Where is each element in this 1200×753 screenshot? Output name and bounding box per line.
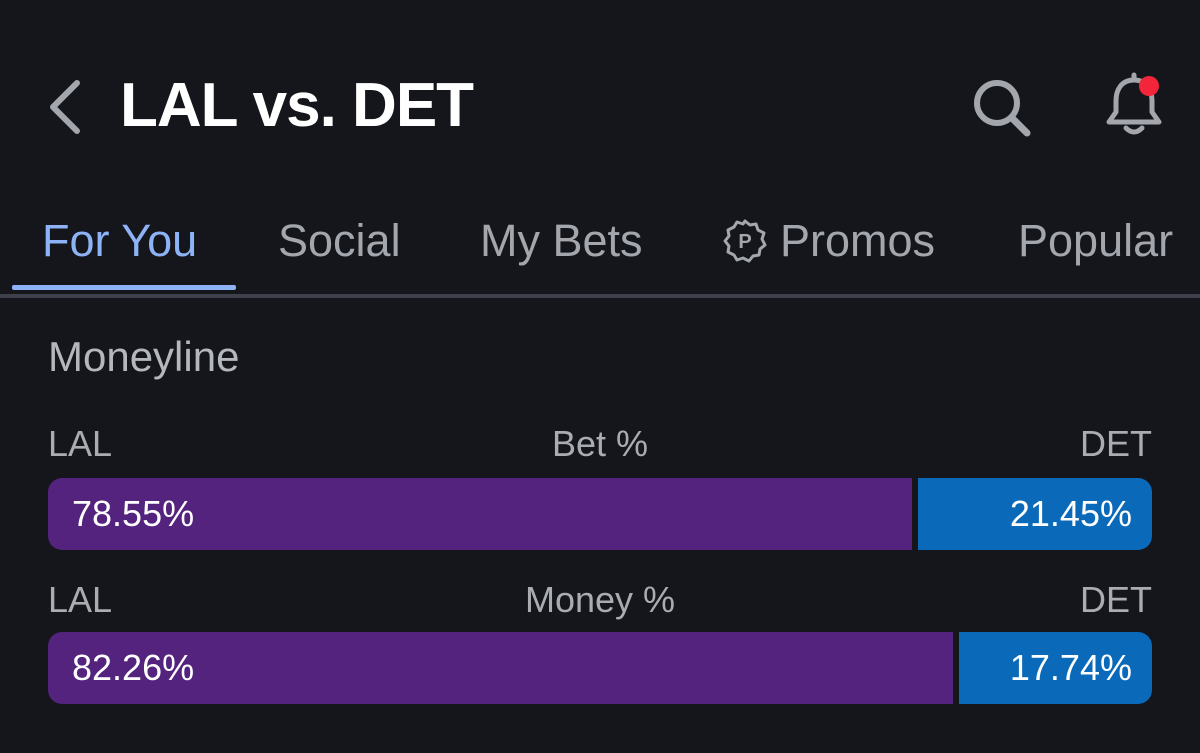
notification-badge bbox=[1139, 76, 1159, 96]
active-tab-indicator bbox=[12, 285, 236, 290]
metric-label: Bet % bbox=[551, 423, 649, 464]
tab-promos[interactable]: P Promos bbox=[722, 195, 935, 287]
metric-label: Money % bbox=[524, 579, 676, 620]
right-value: 21.45% bbox=[1009, 493, 1132, 534]
right-team-label: DET bbox=[1080, 579, 1152, 620]
left-value: 78.55% bbox=[72, 493, 195, 534]
bet-percent-bar: 78.55% 21.45% bbox=[48, 478, 1152, 550]
tab-label: Promos bbox=[780, 215, 936, 266]
notifications-button[interactable] bbox=[1098, 70, 1170, 142]
search-icon bbox=[974, 80, 1031, 137]
tab-my-bets[interactable]: My Bets bbox=[480, 195, 643, 287]
det-share-segment: 17.74% bbox=[959, 632, 1152, 704]
lal-share-segment: 82.26% bbox=[48, 632, 953, 704]
tab-label: Popular bbox=[1018, 215, 1174, 266]
header: LAL vs. DET bbox=[0, 0, 1200, 200]
tab-bar: For You Social My Bets P Promos Popular bbox=[0, 195, 1200, 295]
chevron-left-icon bbox=[50, 80, 80, 134]
lal-share-segment: 78.55% bbox=[48, 478, 912, 550]
page-title: LAL vs. DET bbox=[120, 71, 474, 140]
tab-for-you[interactable]: For You bbox=[42, 195, 197, 287]
svg-text:P: P bbox=[738, 231, 751, 253]
right-value: 17.74% bbox=[1009, 647, 1132, 688]
back-button[interactable] bbox=[40, 72, 90, 142]
section-title-moneyline: Moneyline bbox=[48, 333, 240, 380]
promo-badge-icon: P bbox=[722, 218, 768, 264]
left-value: 82.26% bbox=[72, 647, 195, 688]
tab-popular[interactable]: Popular bbox=[1018, 195, 1173, 287]
tab-social[interactable]: Social bbox=[278, 195, 401, 287]
tab-label: Social bbox=[278, 215, 401, 266]
bet-percent-labels: LAL Bet % DET bbox=[48, 422, 1152, 466]
det-share-segment: 21.45% bbox=[918, 478, 1152, 550]
right-team-label: DET bbox=[1080, 423, 1152, 464]
tab-label: For You bbox=[42, 215, 198, 266]
search-button[interactable] bbox=[966, 72, 1038, 144]
tab-label: My Bets bbox=[480, 215, 643, 266]
tabs-divider bbox=[0, 294, 1200, 298]
money-percent-bar: 82.26% 17.74% bbox=[48, 632, 1152, 704]
money-percent-labels: LAL Money % DET bbox=[48, 578, 1152, 622]
